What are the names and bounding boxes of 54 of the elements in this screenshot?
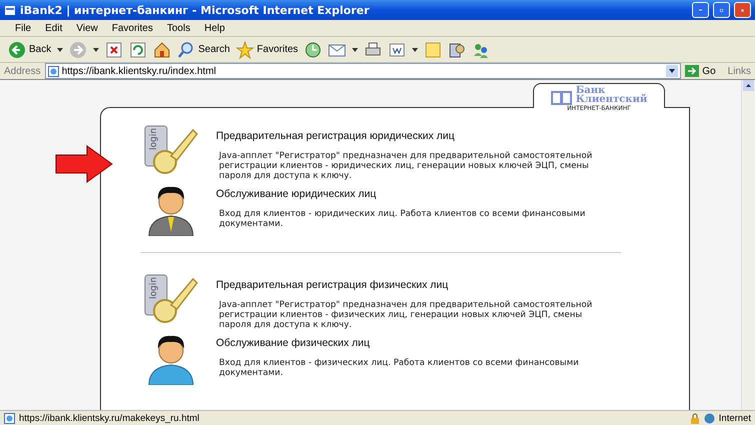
printer-icon[interactable] xyxy=(364,40,382,58)
minimize-button[interactable] xyxy=(692,2,709,18)
menu-item[interactable]: File xyxy=(8,22,38,34)
zone-label: Internet xyxy=(718,412,751,424)
clock-icon[interactable] xyxy=(304,40,322,58)
page-icon xyxy=(48,66,59,76)
section-description: Java-апплет "Регистратор" предназначен для предварительной самостоятельной регистрации клиентов - физических лиц, генерации новых ключей ЭЦП, смены пароля для доступа к ключу. xyxy=(218,300,594,330)
bank-logo-icon xyxy=(550,91,573,105)
status-text: https://ibank.klientsky.ru/makekeys_ru.html xyxy=(19,412,200,424)
caret-icon[interactable] xyxy=(352,48,358,52)
search-button[interactable]: Search xyxy=(177,40,230,58)
books-icon[interactable] xyxy=(448,40,466,58)
close-button[interactable] xyxy=(734,2,751,18)
document-icon[interactable] xyxy=(388,40,406,58)
scroll-up-icon[interactable] xyxy=(743,80,754,91)
address-field[interactable]: https://ibank.klientsky.ru/index.html xyxy=(44,63,682,79)
caret-icon[interactable] xyxy=(412,48,418,52)
page-icon xyxy=(4,412,15,424)
section-description: Java-апплет "Регистратор" предназначен для предварительной самостоятельной регистрации клиентов - юридических лиц, генерации новых ключей ЭЦП, смены пароля для доступа к ключу. xyxy=(218,151,594,181)
section-link[interactable]: Обслуживание юридических лиц xyxy=(216,188,614,200)
minimize-icon xyxy=(699,9,702,11)
menu-item[interactable]: Tools xyxy=(160,22,198,34)
logo-text: Банк xyxy=(576,86,606,95)
search-icon xyxy=(177,40,196,58)
maximize-button[interactable] xyxy=(713,2,730,18)
logo-text: Клиентский xyxy=(576,95,648,105)
scrollbar[interactable] xyxy=(741,80,755,410)
page-icon xyxy=(4,4,16,16)
section-description: Вход для клиентов - физических лиц. Работа клиентов со всеми финансовыми документами. xyxy=(218,358,580,378)
refresh-icon[interactable] xyxy=(129,40,148,58)
section-description: Вход для клиентов - юридических лиц. Работа клиентов со всеми финансовыми документами. xyxy=(218,209,586,229)
back-button[interactable]: Back xyxy=(8,40,52,58)
links-label[interactable]: Links xyxy=(720,66,751,76)
favorites-button[interactable]: Favorites xyxy=(236,40,298,58)
menu-item[interactable]: Favorites xyxy=(104,22,160,34)
house-icon[interactable] xyxy=(153,40,172,58)
window-title: iBank2 | интернет-банкинг - Microsoft Internet Explorer xyxy=(20,4,370,16)
address-text: https://ibank.klientsky.ru/index.html xyxy=(62,66,218,76)
caret-icon[interactable] xyxy=(93,48,100,52)
star-icon xyxy=(236,40,254,58)
address-label: Address xyxy=(4,66,41,76)
arrow-icon xyxy=(55,145,113,183)
globe-icon xyxy=(704,412,715,424)
go-button[interactable]: Go xyxy=(685,65,716,77)
caret-icon[interactable] xyxy=(57,48,64,52)
stop-icon[interactable] xyxy=(105,40,124,58)
menu-item[interactable]: Help xyxy=(197,22,232,34)
section-link[interactable]: Обслуживание физических лиц xyxy=(216,337,614,349)
padlock-icon xyxy=(690,412,700,424)
section-link[interactable]: Предварительная регистрация физических лиц xyxy=(216,279,614,291)
menu-item[interactable]: View xyxy=(69,22,105,34)
dropdown-icon[interactable] xyxy=(666,65,678,77)
menu-item[interactable]: Edit xyxy=(38,22,70,34)
section-link[interactable]: Предварительная регистрация юридических лиц xyxy=(216,130,614,142)
